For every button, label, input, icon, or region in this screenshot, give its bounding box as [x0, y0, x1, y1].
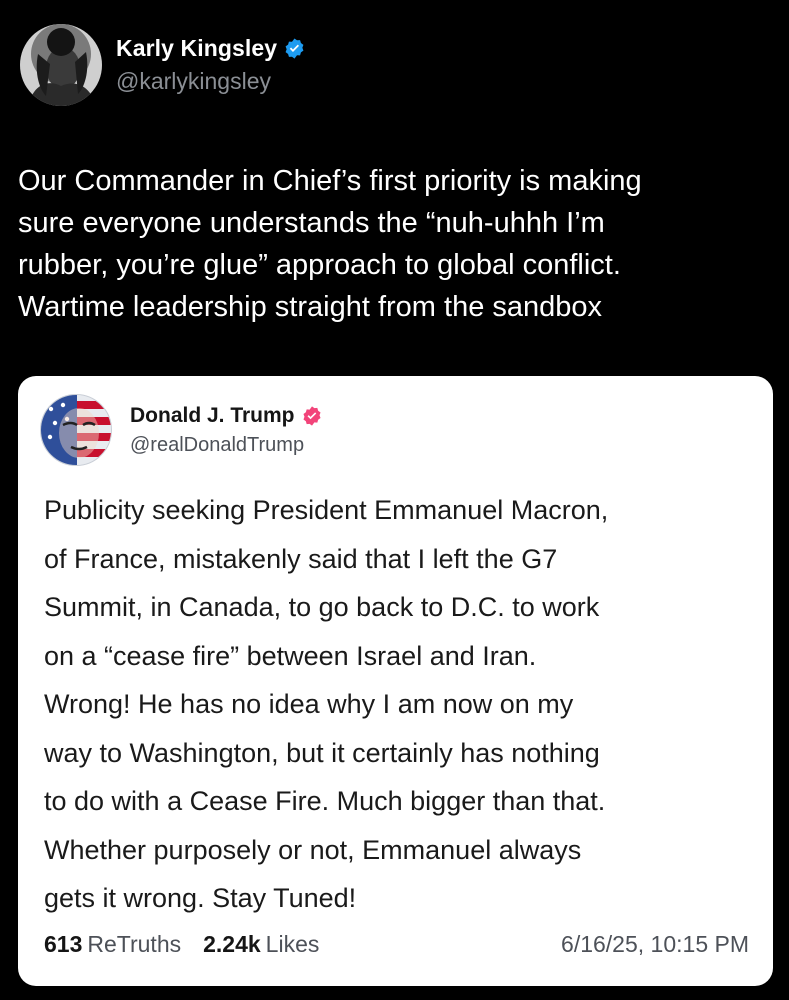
quoted-post-stats: 613 ReTruths 2.24k Likes 6/16/25, 10:15 PM: [44, 931, 749, 958]
quoted-text-line: to do with a Cease Fire. Much bigger tha…: [44, 786, 606, 816]
quoted-text-line: on a “cease fire” between Israel and Ira…: [44, 640, 537, 671]
retruths-count: 613: [44, 931, 83, 957]
author-display-name[interactable]: Karly Kingsley: [116, 35, 277, 62]
quoted-text-line: Whether purposely or not, Emmanuel alway…: [44, 834, 582, 865]
author-handle[interactable]: @karlykingsley: [116, 68, 306, 95]
quoted-author: Donald J. Trump @realDonaldTrump: [40, 394, 323, 466]
author-avatar[interactable]: [20, 24, 102, 106]
post-text-line: rubber, you’re glue” approach to global …: [18, 249, 621, 281]
quoted-author-handle[interactable]: @realDonaldTrump: [130, 434, 323, 457]
post-text-line: Our Commander in Chief’s first priority …: [18, 165, 642, 197]
retruths-label: ReTruths: [87, 931, 182, 957]
quoted-text-line: Publicity seeking President Emmanuel Mac…: [44, 495, 609, 525]
quoted-text-line: of France, mistakenly said that I left t…: [44, 543, 558, 574]
verified-badge-icon: [302, 405, 321, 426]
likes-stat[interactable]: 2.24k Likes: [203, 931, 319, 958]
likes-label: Likes: [265, 931, 320, 957]
quoted-post-card[interactable]: Donald J. Trump @realDonaldTrump Publici…: [18, 376, 773, 986]
quoted-text-line: Wrong! He has no idea why I am now on my: [44, 689, 574, 719]
quoted-text-line: gets it wrong. Stay Tuned!: [44, 883, 357, 913]
quoted-author-display-name[interactable]: Donald J. Trump: [130, 404, 295, 428]
post-text: Our Commander in Chief’s first priority …: [18, 160, 768, 328]
avatar-image: [41, 395, 111, 465]
retruths-stat[interactable]: 613 ReTruths: [44, 931, 181, 958]
quoted-text-line: Summit, in Canada, to go back to D.C. to…: [44, 592, 600, 622]
avatar-image: [20, 24, 102, 106]
quoted-author-avatar[interactable]: [40, 394, 112, 466]
verified-badge-icon: [285, 38, 304, 59]
quoted-text-line: way to Washington, but it certainly has …: [44, 737, 600, 768]
quoted-post-text: Publicity seeking President Emmanuel Mac…: [44, 486, 759, 923]
quoted-post-timestamp[interactable]: 6/16/25, 10:15 PM: [561, 931, 749, 958]
post-text-line: Wartime leadership straight from the san…: [18, 291, 603, 323]
post-screenshot: Karly Kingsley @karlykingsley Our Comman…: [0, 0, 789, 1000]
post-author: Karly Kingsley @karlykingsley: [20, 24, 306, 106]
likes-count: 2.24k: [203, 931, 261, 957]
post-text-line: sure everyone understands the “nuh-uhhh …: [18, 207, 605, 239]
